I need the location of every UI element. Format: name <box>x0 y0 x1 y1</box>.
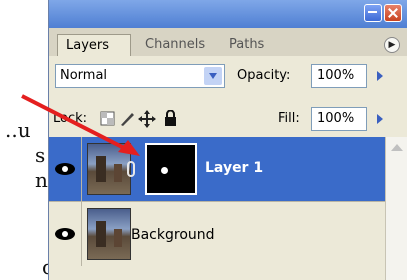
layer-mask-thumbnail[interactable] <box>145 143 197 195</box>
doc-text-fragment: ..u <box>5 118 31 142</box>
eye-icon[interactable] <box>55 163 75 175</box>
visibility-toggle[interactable] <box>49 137 82 201</box>
visibility-toggle[interactable] <box>49 202 82 266</box>
palette-tabs: Layers Channels Paths <box>49 28 407 56</box>
minimize-button[interactable] <box>364 4 382 22</box>
layers-scrollbar[interactable] <box>385 137 407 280</box>
palette-title-bar[interactable] <box>49 0 407 28</box>
doc-text-fragment: s <box>35 143 46 167</box>
tab-channels[interactable]: Channels <box>137 34 217 56</box>
layer-name: Layer 1 <box>205 160 264 176</box>
tab-paths[interactable]: Paths <box>221 34 281 56</box>
lock-all-icon[interactable] <box>165 110 176 127</box>
opacity-slider-arrow-icon[interactable] <box>377 71 383 81</box>
layer-row-background[interactable]: Background <box>49 201 385 266</box>
opacity-field[interactable]: 100% <box>311 64 367 88</box>
fill-label: Fill: <box>278 111 300 126</box>
link-icon[interactable] <box>127 161 135 177</box>
lock-transparent-icon[interactable] <box>100 111 115 126</box>
chevron-down-icon[interactable] <box>204 67 222 85</box>
fill-slider-arrow-icon[interactable] <box>377 114 383 124</box>
eye-icon[interactable] <box>55 228 75 240</box>
close-button[interactable] <box>384 4 402 22</box>
layer-thumbnail <box>87 208 131 260</box>
tab-layers[interactable]: Layers <box>57 34 131 56</box>
scroll-up-icon[interactable] <box>390 141 404 155</box>
layer-row-layer-1[interactable]: Layer 1 <box>49 137 385 201</box>
move-icon[interactable] <box>138 110 156 128</box>
layer-thumbnail <box>87 143 131 195</box>
fill-field[interactable]: 100% <box>311 107 367 131</box>
lock-brush-icon[interactable] <box>121 113 134 126</box>
opacity-label: Opacity: <box>237 68 291 83</box>
lock-icons <box>100 110 176 128</box>
palette-menu-icon[interactable]: ▶ <box>384 37 400 53</box>
layers-palette: Layers Channels Paths ▶ Normal Opacity: … <box>48 0 407 280</box>
layer-name: Background <box>131 227 215 243</box>
doc-text-fragment: n <box>35 168 48 192</box>
blend-mode-value: Normal <box>60 68 108 83</box>
lock-label: Lock: <box>53 111 88 126</box>
blend-mode-select[interactable]: Normal <box>55 64 225 88</box>
